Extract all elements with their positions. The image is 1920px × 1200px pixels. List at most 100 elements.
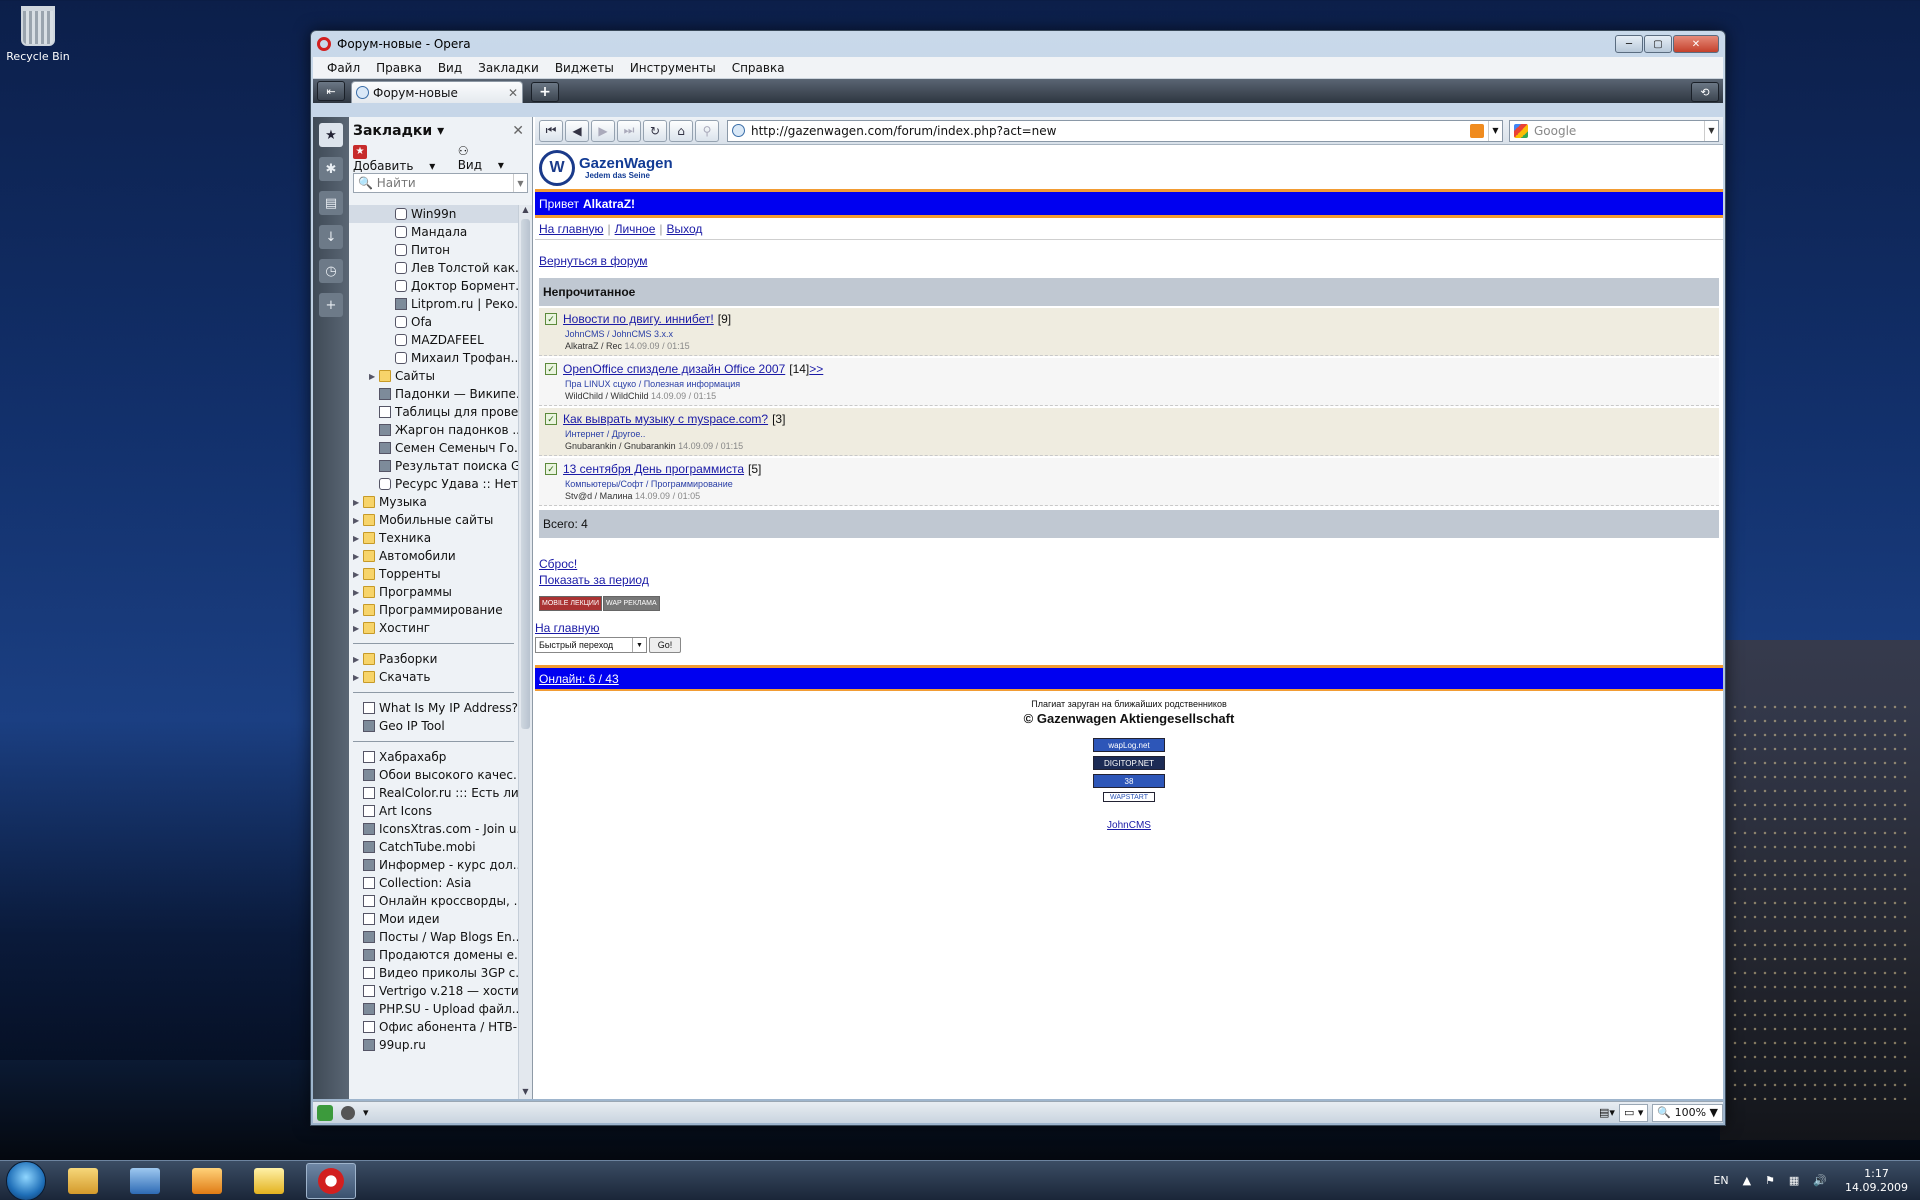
bookmark-item[interactable]: ▶ Автомобили — [349, 547, 518, 565]
action-center-flag-icon[interactable]: ⚑ — [1765, 1174, 1775, 1187]
bookmark-item[interactable]: Ресурс Удава :: Нет... — [349, 475, 518, 493]
bookmark-item[interactable]: IconsXtras.com - Join u... — [349, 820, 518, 838]
menu-view[interactable]: Вид — [430, 61, 470, 75]
johncms-link[interactable]: JohnCMS — [535, 820, 1723, 831]
title-bar[interactable]: Форум-новые - Opera ─ ▢ ✕ — [311, 31, 1725, 57]
bookmark-item[interactable]: Результат поиска G... — [349, 457, 518, 475]
recycle-bin[interactable]: Recycle Bin — [6, 6, 70, 63]
menu-edit[interactable]: Правка — [368, 61, 430, 75]
turbo-dropdown-icon[interactable]: ▾ — [363, 1106, 369, 1119]
topic-last-page-link[interactable]: >> — [809, 362, 823, 376]
bookmark-item[interactable]: Жаргон падонков ... — [349, 421, 518, 439]
taskbar-media-player[interactable] — [182, 1163, 232, 1199]
show-period-link[interactable]: Показать за период — [539, 573, 649, 587]
zoom-control[interactable]: 🔍 100% ▼ — [1652, 1103, 1723, 1122]
expand-arrow-icon[interactable]: ▶ — [353, 624, 363, 633]
close-button[interactable]: ✕ — [1673, 35, 1719, 53]
bookmark-item[interactable]: ▶ Сайты — [349, 367, 518, 385]
bookmark-item[interactable]: ▶ Хостинг — [349, 619, 518, 637]
expand-arrow-icon[interactable]: ▶ — [369, 372, 379, 381]
unite-icon[interactable] — [317, 1104, 333, 1121]
language-indicator[interactable]: EN — [1713, 1174, 1728, 1187]
panel-close-icon[interactable]: ✕ — [512, 123, 524, 139]
expand-arrow-icon[interactable]: ▶ — [353, 673, 363, 682]
view-button[interactable]: ⚇ Вид ▾ — [458, 144, 520, 172]
reset-link[interactable]: Сброс! — [539, 557, 577, 571]
bookmark-item[interactable]: ▶ Техника — [349, 529, 518, 547]
expand-arrow-icon[interactable]: ▶ — [353, 588, 363, 597]
wapstart-counter[interactable]: WAPSTART — [1103, 792, 1155, 802]
bookmark-item[interactable]: Geo IP Tool — [349, 717, 518, 735]
add-bookmark-button[interactable]: ★Добавить ▾ — [353, 143, 446, 173]
downloads-panel-icon[interactable]: ↓ — [319, 225, 343, 249]
scrollbar-thumb[interactable] — [521, 219, 530, 729]
view-mode-icon[interactable]: ▭ ▾ — [1618, 1103, 1649, 1122]
topic-title-link[interactable]: 13 сентября День программиста — [563, 462, 744, 476]
maximize-button[interactable]: ▢ — [1644, 35, 1672, 53]
bookmark-item[interactable]: Информер - курс дол... — [349, 856, 518, 874]
notes-panel-icon[interactable]: ▤ — [319, 191, 343, 215]
topic-title-link[interactable]: Как выврать музыку с myspace.com? — [563, 412, 768, 426]
nav-logout-link[interactable]: Выход — [667, 222, 703, 236]
forward-button[interactable]: ▶ — [591, 119, 615, 142]
im-counter[interactable]: 38 — [1093, 774, 1165, 788]
menu-bookmarks[interactable]: Закладки — [470, 61, 547, 75]
bookmark-item[interactable]: Win99n — [349, 205, 518, 223]
menu-widgets[interactable]: Виджеты — [547, 61, 622, 75]
panel-title[interactable]: Закладки — [353, 123, 432, 139]
bookmarks-scrollbar[interactable]: ▲ ▼ — [518, 205, 532, 1099]
taskbar-app-2[interactable] — [120, 1163, 170, 1199]
expand-arrow-icon[interactable]: ▶ — [353, 516, 363, 525]
scroll-down-icon[interactable]: ▼ — [519, 1087, 532, 1099]
bookmark-item[interactable]: Михаил Трофан... — [349, 349, 518, 367]
start-button[interactable] — [6, 1160, 46, 1200]
bookmark-item[interactable]: ▶ Мобильные сайты — [349, 511, 518, 529]
expand-arrow-icon[interactable]: ▶ — [353, 534, 363, 543]
bookmark-item[interactable]: Семен Семеныч Го... — [349, 439, 518, 457]
tab-close-icon[interactable]: ✕ — [508, 86, 518, 100]
bookmarks-panel-icon[interactable]: ★ — [319, 123, 343, 147]
bookmark-item[interactable]: ▶ Музыка — [349, 493, 518, 511]
widgets-panel-icon[interactable]: ✱ — [319, 157, 343, 181]
bookmark-item[interactable]: Питон — [349, 241, 518, 259]
history-panel-icon[interactable]: ◷ — [319, 259, 343, 283]
nav-home-link[interactable]: На главную — [539, 222, 603, 236]
rss-feed-icon[interactable] — [1470, 123, 1484, 138]
scroll-up-icon[interactable]: ▲ — [519, 205, 532, 217]
panel-title-dropdown-icon[interactable]: ▾ — [432, 123, 444, 139]
bookmark-item[interactable]: MAZDAFEEL — [349, 331, 518, 349]
bookmark-item[interactable]: Офис абонента / НТВ-... — [349, 1018, 518, 1036]
nav-personal-link[interactable]: Личное — [615, 222, 656, 236]
bookmark-item[interactable]: Collection: Asia — [349, 874, 518, 892]
quick-jump-select[interactable]: Быстрый переход ▼ — [535, 637, 647, 653]
taskbar-mail[interactable] — [244, 1163, 294, 1199]
bookmark-item[interactable]: Мои идеи — [349, 910, 518, 928]
bookmark-item[interactable]: Посты / Wap Blogs En... — [349, 928, 518, 946]
bookmark-item[interactable]: Vertrigo v.218 — хости... — [349, 982, 518, 1000]
network-icon[interactable]: ▦ — [1789, 1174, 1799, 1187]
bookmark-item[interactable]: Таблицы для прове... — [349, 403, 518, 421]
closed-tabs-trash-icon[interactable]: ⟲ — [1691, 82, 1719, 102]
bookmark-item[interactable]: Обои высокого качес... — [349, 766, 518, 784]
wap-ad-banner[interactable]: WAP РЕКЛАМА — [602, 596, 660, 611]
online-link[interactable]: Онлайн: 6 / 43 — [539, 672, 619, 686]
bookmark-item[interactable]: ▶ Программирование — [349, 601, 518, 619]
bookmark-item[interactable]: Продаются домены е... — [349, 946, 518, 964]
bookmark-item[interactable]: Падонки — Википе... — [349, 385, 518, 403]
bookmark-item[interactable]: Litprom.ru | Реко... — [349, 295, 518, 313]
menu-file[interactable]: Файл — [319, 61, 368, 75]
bookmark-item[interactable]: ▶ Торренты — [349, 565, 518, 583]
bookmark-item[interactable]: RealColor.ru ::: Есть ли ... — [349, 784, 518, 802]
bookmarks-search-input[interactable]: 🔍 Найти ▼ — [353, 173, 528, 193]
opera-logo-icon[interactable] — [317, 37, 331, 51]
rewind-button[interactable]: ⏮ — [539, 119, 563, 142]
bookmark-item[interactable]: Онлайн кроссворды, ... — [349, 892, 518, 910]
bookmark-item[interactable]: PHP.SU - Upload файл... — [349, 1000, 518, 1018]
site-logo[interactable]: W GazenWagen Jedem das Seine — [535, 146, 1723, 192]
waplog-counter[interactable]: wapLog.net — [1093, 738, 1165, 752]
home-button[interactable]: ⌂ — [669, 119, 693, 142]
mobile-banner[interactable]: MOBILE ЛЕКЦИИ — [539, 596, 602, 611]
bookmark-item[interactable]: ▶ Разборки — [349, 650, 518, 668]
new-tab-button[interactable]: + — [531, 82, 559, 102]
address-field[interactable]: http://gazenwagen.com/forum/index.php?ac… — [727, 119, 1503, 142]
